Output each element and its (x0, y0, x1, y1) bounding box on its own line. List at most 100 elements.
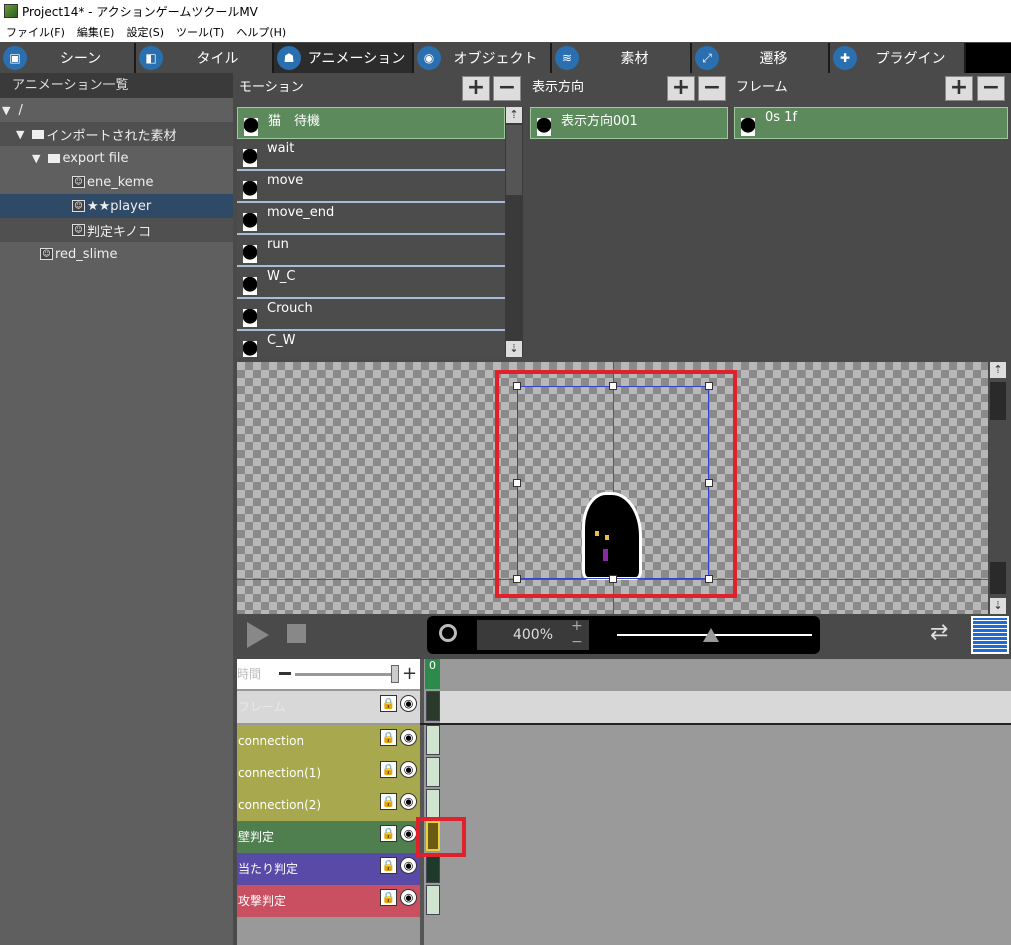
layer-wall-hit[interactable]: 壁判定 🔒 ◉ (237, 821, 420, 853)
scroll-thumb[interactable] (506, 125, 522, 195)
motion-scrollbar[interactable]: ⇡ ⇣ (505, 107, 523, 357)
keyframe-cell[interactable] (426, 853, 440, 883)
lock-icon[interactable]: 🔒 (380, 793, 397, 810)
tree-item-red-slime[interactable]: ☺ red_slime (0, 242, 233, 266)
eye-icon[interactable]: ◉ (400, 825, 417, 842)
zoom-control: 400% + − (427, 616, 820, 654)
motion-item[interactable]: 猫 待機 (237, 107, 505, 139)
lock-icon[interactable]: 🔒 (380, 857, 397, 874)
lock-icon[interactable]: 🔒 (380, 729, 397, 746)
keyframe-cell[interactable] (426, 691, 440, 721)
layer-attack-hit[interactable]: 攻撃判定 🔒 ◉ (237, 885, 420, 917)
motion-item[interactable]: run (237, 235, 505, 267)
tab-material[interactable]: ≋ 素材 (552, 43, 692, 73)
tab-animation[interactable]: ☗ アニメーション (274, 43, 414, 73)
motion-item[interactable]: move (237, 171, 505, 203)
tree-item-export-file[interactable]: ▼ export file (0, 146, 233, 170)
remove-frame-button[interactable]: − (977, 76, 1005, 101)
animation-canvas[interactable] (237, 362, 988, 614)
layer-connection-2[interactable]: connection(2) 🔒 ◉ (237, 789, 420, 821)
layer-connection-1[interactable]: connection(1) 🔒 ◉ (237, 757, 420, 789)
motion-item[interactable]: Crouch (237, 299, 505, 331)
eye-icon[interactable]: ◉ (400, 793, 417, 810)
fit-view-icon[interactable]: ⇄ (930, 620, 966, 652)
expand-down-icon[interactable]: ▼ (2, 104, 10, 117)
remove-motion-button[interactable]: − (493, 76, 521, 101)
layer-connection[interactable]: connection 🔒 ◉ (237, 725, 420, 757)
lock-icon[interactable]: 🔒 (380, 761, 397, 778)
tab-transition[interactable]: ⤢ 遷移 (692, 43, 830, 73)
material-icon: ≋ (555, 46, 579, 70)
scene-icon: ▣ (3, 46, 27, 70)
menu-settings[interactable]: 設定(S) (120, 24, 170, 40)
scroll-thumb[interactable] (990, 382, 1006, 420)
plus-icon[interactable]: + (402, 659, 417, 689)
eye-icon[interactable]: ◉ (400, 889, 417, 906)
add-frame-button[interactable]: + (945, 76, 973, 101)
tree-item-player[interactable]: ☺ ★★player (0, 194, 233, 218)
add-motion-button[interactable]: + (462, 76, 490, 101)
expand-down-icon[interactable]: ▼ (32, 152, 40, 165)
tab-tile[interactable]: ◧ タイル (136, 43, 274, 73)
grid-toggle-icon[interactable] (971, 616, 1009, 654)
scroll-up-icon[interactable]: ⇡ (506, 107, 522, 123)
tree-item-imported[interactable]: ▼ インポートされた素材 (0, 122, 233, 146)
minus-icon[interactable] (279, 672, 291, 675)
scroll-thumb[interactable] (990, 562, 1006, 594)
motion-item[interactable]: wait (237, 139, 505, 171)
lock-icon[interactable]: 🔒 (380, 889, 397, 906)
frame-column-header[interactable]: 0 (425, 659, 440, 689)
layer-frame[interactable]: フレーム 🔒 ◉ (237, 691, 420, 723)
remove-direction-button[interactable]: − (698, 76, 726, 101)
eye-icon[interactable]: ◉ (400, 761, 417, 778)
menu-tools[interactable]: ツール(T) (170, 24, 230, 40)
keyframe-cell[interactable] (426, 885, 440, 915)
menu-edit[interactable]: 編集(E) (71, 24, 121, 40)
tab-object[interactable]: ◉ オブジェクト (414, 43, 552, 73)
scroll-up-icon[interactable]: ⇡ (990, 362, 1006, 378)
time-scale-handle[interactable] (391, 665, 399, 683)
frame-item[interactable]: 0s 1f (734, 107, 1008, 139)
eye-icon[interactable]: ◉ (400, 857, 417, 874)
tree-item-hantei-kinoko[interactable]: ☺ 判定キノコ (0, 218, 233, 242)
zoom-slider-handle[interactable] (703, 628, 719, 642)
eye-icon[interactable]: ◉ (400, 695, 417, 712)
direction-item[interactable]: 表示方向001 (530, 107, 728, 139)
character-sprite-icon (243, 277, 257, 295)
tree-item-ene-keme[interactable]: ☺ ene_keme (0, 170, 233, 194)
keyframe-cell[interactable] (426, 789, 440, 819)
keyframe-cell[interactable] (426, 725, 440, 755)
animation-tree: アニメーション一覧 ▼ / ▼ インポートされた素材 ▼ export file… (0, 73, 233, 945)
time-scale-slider[interactable] (295, 673, 395, 676)
expand-down-icon[interactable]: ▼ (16, 128, 24, 141)
lock-icon[interactable]: 🔒 (380, 825, 397, 842)
canvas-scrollbar[interactable]: ⇡ ⇣ (989, 362, 1007, 614)
play-icon[interactable] (247, 622, 269, 648)
menu-file[interactable]: ファイル(F) (0, 24, 71, 40)
red-highlight-box (495, 370, 737, 598)
keyframe-cell[interactable] (426, 757, 440, 787)
motion-item[interactable]: W_C (237, 267, 505, 299)
layer-hitbox[interactable]: 当たり判定 🔒 ◉ (237, 853, 420, 885)
eye-icon[interactable]: ◉ (400, 729, 417, 746)
motion-item[interactable]: C_W (237, 331, 505, 357)
folder-icon (32, 129, 45, 139)
tree-item-root[interactable]: ▼ / (0, 98, 233, 122)
lock-icon[interactable]: 🔒 (380, 695, 397, 712)
animation-icon: ☗ (277, 46, 301, 70)
frame-row-bg (440, 691, 1011, 723)
zoom-out-icon[interactable]: − (571, 634, 583, 650)
add-direction-button[interactable]: + (667, 76, 695, 101)
frame-panel: フレーム + − 0s 1f (732, 73, 1011, 358)
scroll-down-icon[interactable]: ⇣ (990, 598, 1006, 614)
motion-item[interactable]: move_end (237, 203, 505, 235)
direction-list: 表示方向001 (530, 107, 728, 139)
tab-plugin[interactable]: ✚ プラグイン (830, 43, 966, 73)
tab-scene[interactable]: ▣ シーン (0, 43, 136, 73)
scroll-down-icon[interactable]: ⇣ (506, 341, 522, 357)
zoom-in-icon[interactable]: + (571, 618, 583, 634)
menu-help[interactable]: ヘルプ(H) (230, 24, 292, 40)
search-icon[interactable] (439, 624, 457, 642)
motion-list: 猫 待機 wait move move_end run W_C Crouch C… (237, 107, 505, 357)
stop-icon[interactable] (287, 624, 306, 643)
